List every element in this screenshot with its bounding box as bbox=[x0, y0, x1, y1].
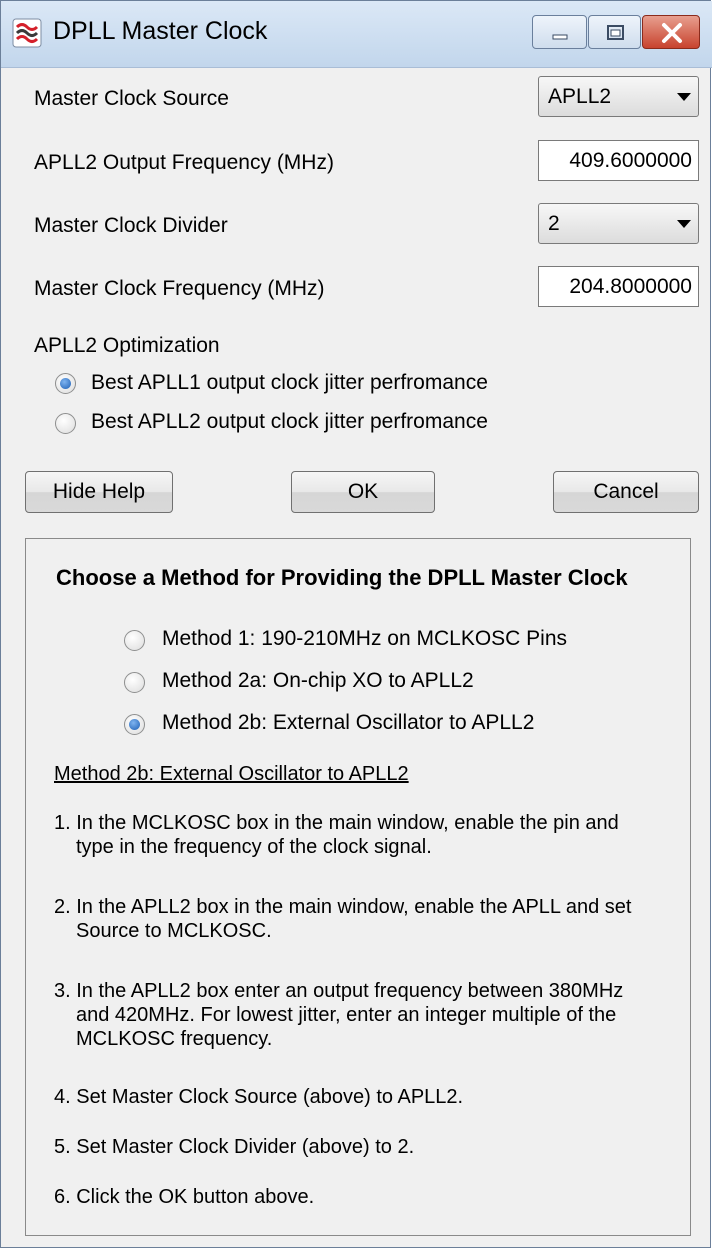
help-step-4: 4. Set Master Clock Source (above) to AP… bbox=[54, 1085, 674, 1109]
radio-method-2a[interactable] bbox=[124, 672, 145, 693]
master-clock-source-label: Master Clock Source bbox=[34, 87, 229, 110]
step-text: 5. Set Master Clock Divider (above) to 2… bbox=[54, 1136, 415, 1158]
optimization-option-label: Best APLL2 output clock jitter perfroman… bbox=[91, 410, 488, 433]
master-clock-source-dropdown[interactable]: APLL2 bbox=[538, 76, 699, 117]
window-title: DPLL Master Clock bbox=[53, 17, 268, 45]
radio-apll1[interactable] bbox=[55, 373, 76, 394]
step-text: 4. Set Master Clock Source (above) to AP… bbox=[54, 1086, 464, 1108]
optimization-option-label: Best APLL1 output clock jitter perfroman… bbox=[91, 371, 488, 394]
step-text: 1. In the MCLKOSC box in the main window… bbox=[54, 812, 619, 834]
close-icon bbox=[662, 23, 682, 43]
method-option-label: Method 1: 190-210MHz on MCLKOSC Pins bbox=[162, 627, 568, 650]
apll2-output-frequency-label: APLL2 Output Frequency (MHz) bbox=[34, 151, 334, 174]
step-text-continued: Source to MCLKOSC. bbox=[76, 920, 272, 942]
help-step-1: 1. In the MCLKOSC box in the main window… bbox=[54, 811, 674, 859]
maximize-button[interactable] bbox=[588, 15, 641, 49]
radio-apll2[interactable] bbox=[55, 413, 76, 434]
help-step-2: 2. In the APLL2 box in the main window, … bbox=[54, 895, 674, 943]
method-option-label: Method 2a: On-chip XO to APLL2 bbox=[162, 669, 474, 692]
radio-method-2b[interactable] bbox=[124, 714, 145, 735]
apll2-output-frequency-field[interactable]: 409.6000000 bbox=[538, 140, 699, 181]
texas-instruments-app-icon bbox=[12, 18, 42, 48]
hide-help-button[interactable]: Hide Help bbox=[25, 471, 173, 513]
ok-button[interactable]: OK bbox=[291, 471, 435, 513]
apll2-output-frequency-value: 409.6000000 bbox=[569, 149, 692, 172]
step-text: 6. Click the OK button above. bbox=[54, 1186, 315, 1208]
master-clock-frequency-label: Master Clock Frequency (MHz) bbox=[34, 277, 325, 300]
maximize-icon bbox=[607, 25, 624, 40]
master-clock-source-value: APLL2 bbox=[548, 85, 612, 108]
chevron-down-icon bbox=[677, 220, 691, 228]
master-clock-divider-value: 2 bbox=[548, 212, 560, 235]
step-text: 2. In the APLL2 box in the main window, … bbox=[54, 896, 632, 918]
master-clock-frequency-value: 204.8000000 bbox=[569, 275, 692, 298]
help-subtitle: Method 2b: External Oscillator to APLL2 bbox=[54, 763, 409, 785]
step-text-continued: MCLKOSC frequency. bbox=[76, 1028, 273, 1050]
minimize-icon bbox=[552, 34, 568, 40]
help-step-6: 6. Click the OK button above. bbox=[54, 1185, 674, 1209]
dialog-window: DPLL Master Clock Master Clock Source AP… bbox=[0, 0, 712, 1248]
step-text: 3. In the APLL2 box enter an output freq… bbox=[54, 980, 624, 1002]
master-clock-frequency-field[interactable]: 204.8000000 bbox=[538, 266, 699, 307]
master-clock-divider-label: Master Clock Divider bbox=[34, 214, 228, 237]
chevron-down-icon bbox=[677, 93, 691, 101]
close-button[interactable] bbox=[642, 15, 700, 49]
help-step-3: 3. In the APLL2 box enter an output freq… bbox=[54, 979, 674, 1051]
minimize-button[interactable] bbox=[532, 15, 587, 49]
step-text-continued: type in the frequency of the clock signa… bbox=[76, 836, 432, 858]
radio-method-1[interactable] bbox=[124, 630, 145, 651]
method-option-label: Method 2b: External Oscillator to APLL2 bbox=[162, 711, 535, 734]
help-panel: Choose a Method for Providing the DPLL M… bbox=[25, 538, 691, 1236]
cancel-button[interactable]: Cancel bbox=[553, 471, 699, 513]
help-title: Choose a Method for Providing the DPLL M… bbox=[56, 565, 628, 590]
step-text-continued: and 420MHz. For lowest jitter, enter an … bbox=[76, 1004, 617, 1026]
master-clock-divider-dropdown[interactable]: 2 bbox=[538, 203, 699, 244]
title-bar[interactable]: DPLL Master Clock bbox=[1, 1, 712, 68]
help-step-5: 5. Set Master Clock Divider (above) to 2… bbox=[54, 1135, 674, 1159]
apll2-optimization-label: APLL2 Optimization bbox=[34, 334, 220, 357]
